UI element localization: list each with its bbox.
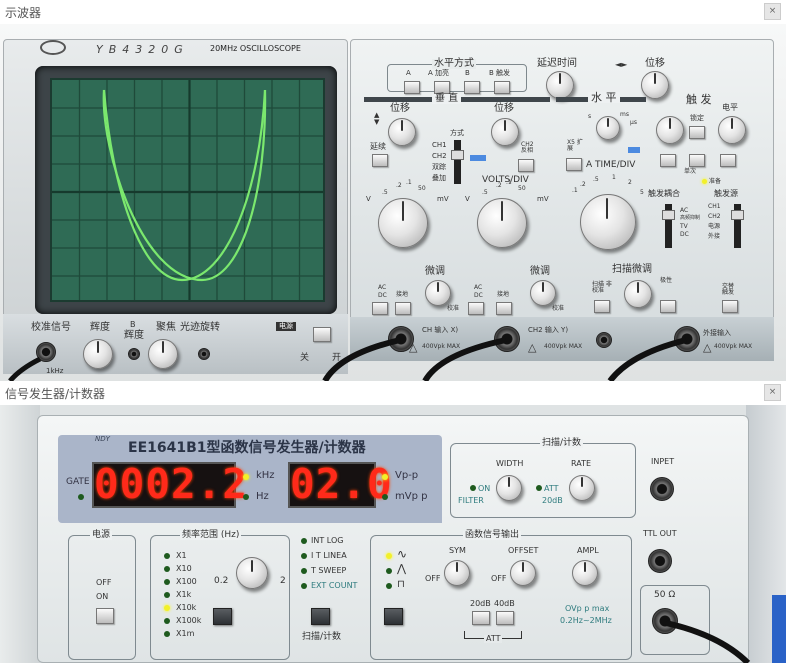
output-cable	[665, 620, 751, 663]
scope-window-title: 示波器	[5, 6, 42, 20]
probe-cables	[8, 337, 687, 381]
scope-window-titlebar: 示波器 ×	[0, 0, 786, 24]
gen-window-title: 信号发生器/计数器	[5, 387, 106, 401]
oscilloscope-panel: YB4320G 20MHz OSCILLOSCOPE 校准信号 1kHz 辉度	[0, 24, 786, 381]
close-icon: ×	[768, 6, 777, 16]
close-icon: ×	[768, 387, 777, 397]
generator-panel: NDY EE1641B1型函数信号发生器/计数器 GATE 0002.2 kHz…	[0, 405, 786, 663]
scope-close-button[interactable]: ×	[764, 3, 781, 20]
gen-window-titlebar: 信号发生器/计数器 ×	[0, 381, 786, 405]
gen-close-button[interactable]: ×	[764, 384, 781, 401]
